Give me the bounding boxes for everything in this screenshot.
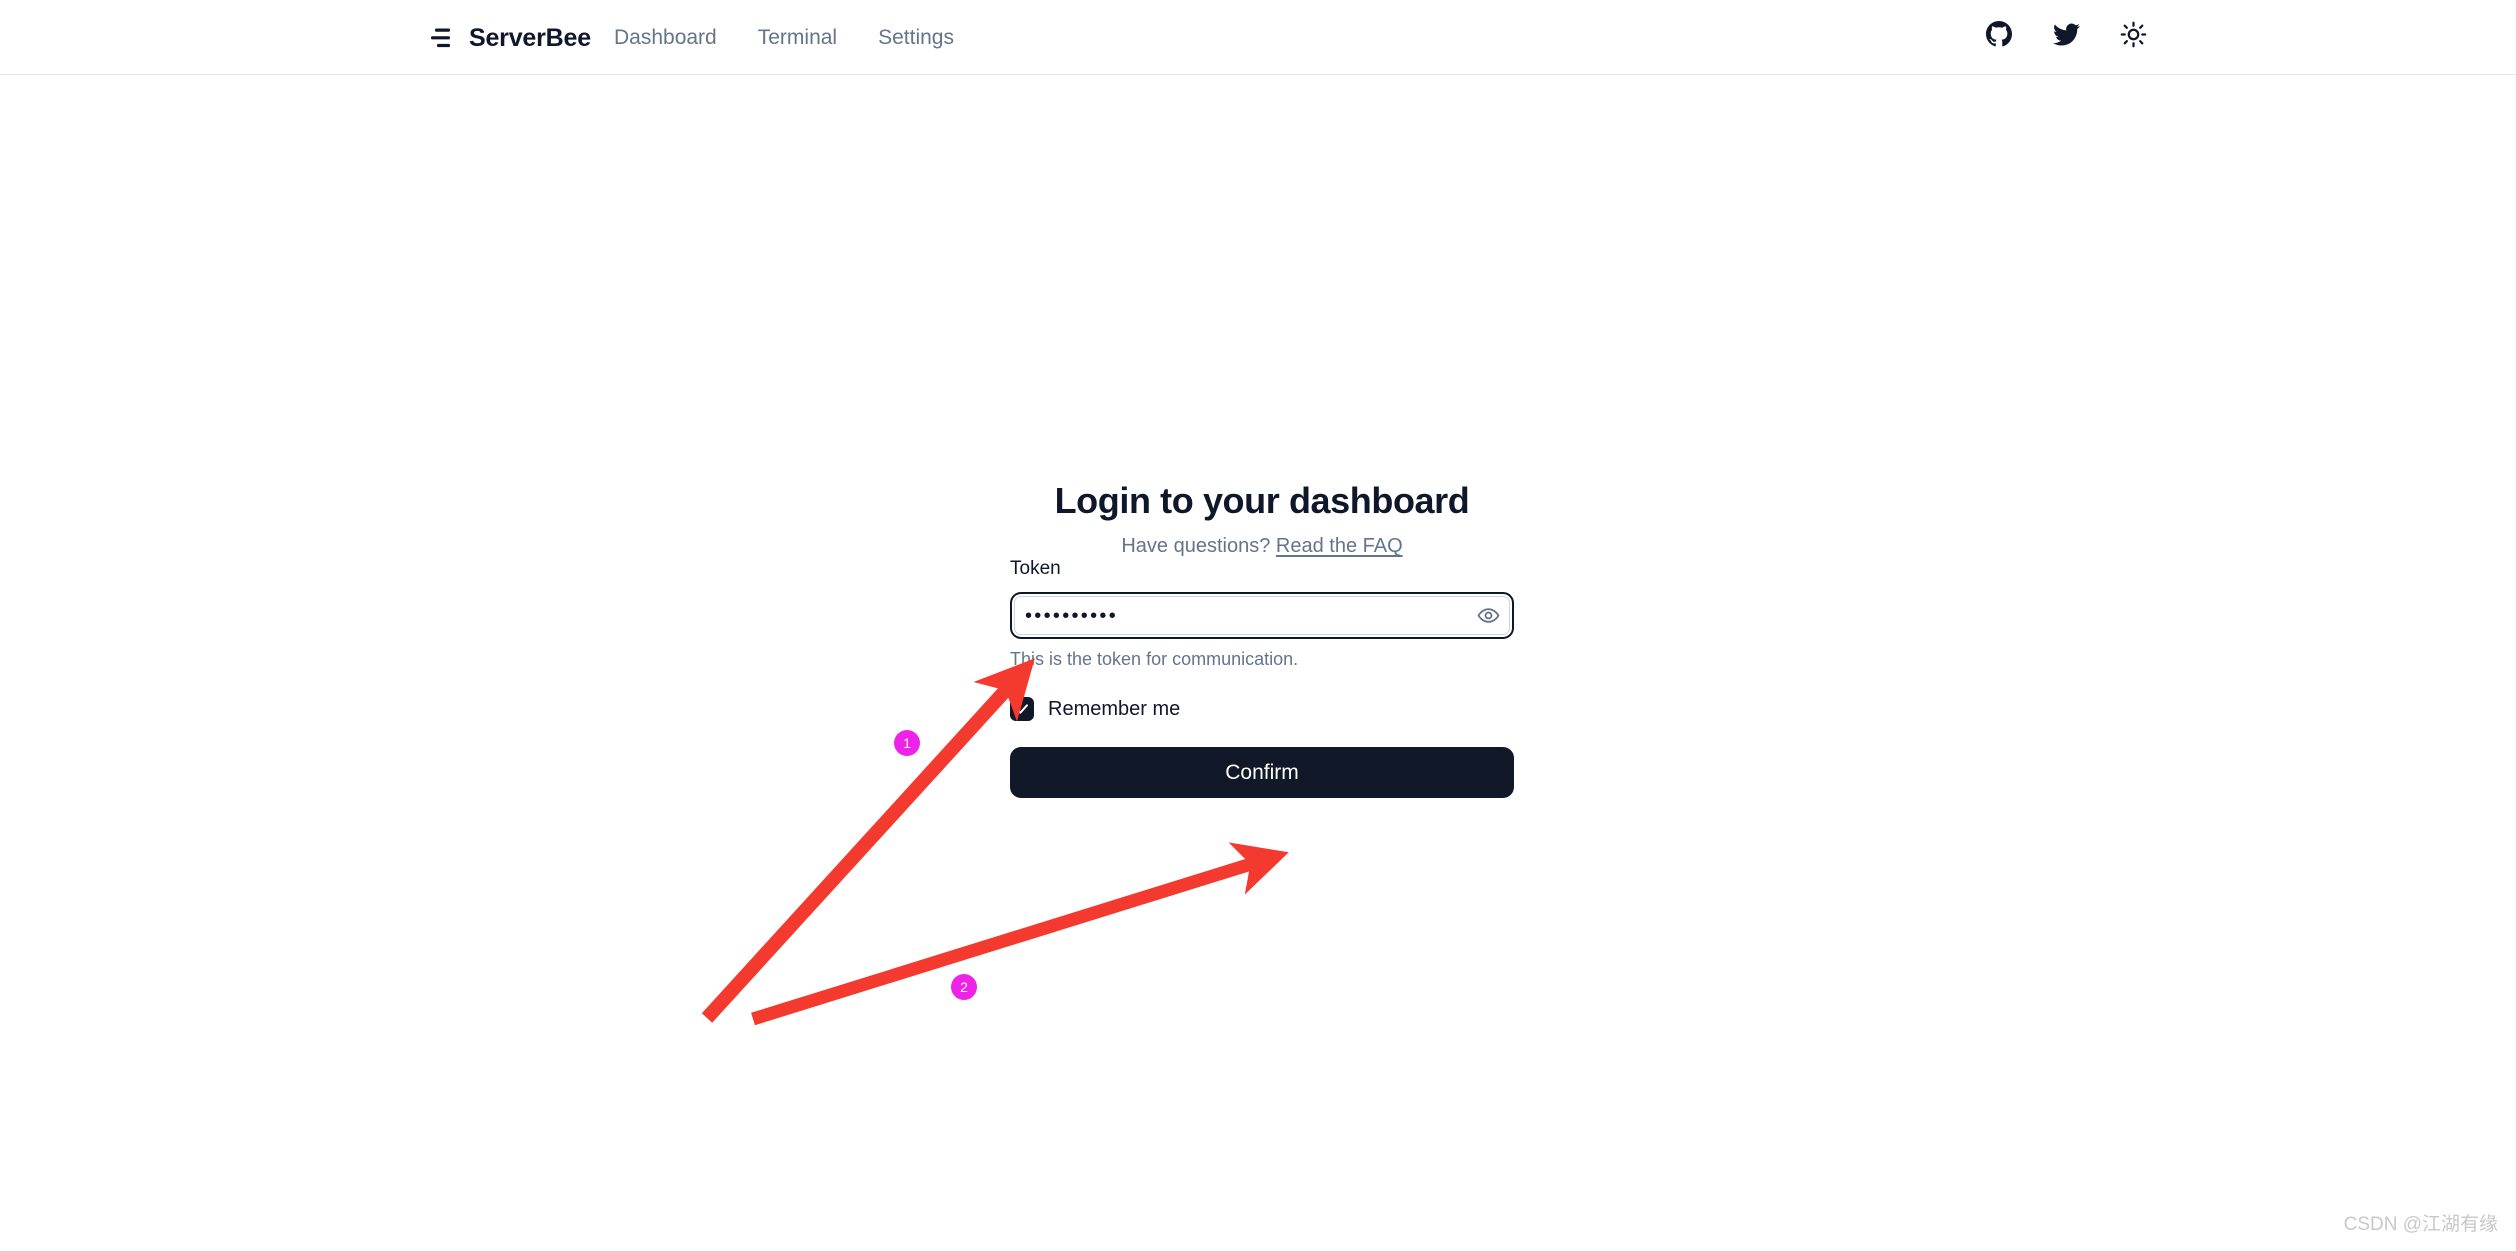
confirm-button[interactable]: Confirm (1010, 746, 1514, 798)
token-input-value: •••••••••• (1025, 604, 1119, 627)
stacked-lines-logo-icon (428, 25, 455, 51)
nav-item-terminal[interactable]: Terminal (758, 25, 837, 50)
token-label: Token (1010, 558, 1061, 580)
page-root: ServerBee Dashboard Terminal Settings Lo… (0, 0, 2516, 1251)
login-subtitle-text: Have questions? (1121, 535, 1276, 558)
nav-item-settings[interactable]: Settings (878, 25, 954, 50)
twitter-icon[interactable] (2051, 19, 2081, 49)
github-icon[interactable] (1984, 19, 2014, 49)
remember-me-row[interactable]: Remember me (1010, 696, 1514, 722)
faq-link[interactable]: Read the FAQ (1276, 535, 1403, 557)
annotation-badge-1: 1 (894, 730, 920, 756)
token-input[interactable]: •••••••••• (1010, 592, 1514, 640)
login-card: Login to your dashboard Have questions? … (1010, 480, 1514, 798)
remember-me-checkbox[interactable] (1010, 696, 1034, 721)
brand[interactable]: ServerBee (428, 20, 591, 56)
token-help-text: This is the token for communication. (1010, 649, 1299, 670)
login-subtitle: Have questions? Read the FAQ (1010, 534, 1514, 558)
annotation-arrow-1 (701, 658, 1035, 1023)
eye-icon[interactable] (1474, 602, 1502, 630)
app-header: ServerBee Dashboard Terminal Settings (0, 0, 2516, 75)
annotation-badge-2: 2 (951, 974, 977, 1000)
remember-me-label[interactable]: Remember me (1048, 697, 1180, 721)
sun-icon[interactable] (2118, 19, 2148, 49)
header-actions (1984, 19, 2148, 49)
annotation-arrow-2 (751, 842, 1289, 1026)
nav-item-dashboard[interactable]: Dashboard (614, 25, 717, 50)
primary-nav: Dashboard Terminal Settings (614, 24, 954, 52)
page-title: Login to your dashboard (1054, 480, 1470, 521)
brand-name: ServerBee (469, 23, 591, 52)
watermark: CSDN @江湖有缘 (2343, 1214, 2498, 1236)
